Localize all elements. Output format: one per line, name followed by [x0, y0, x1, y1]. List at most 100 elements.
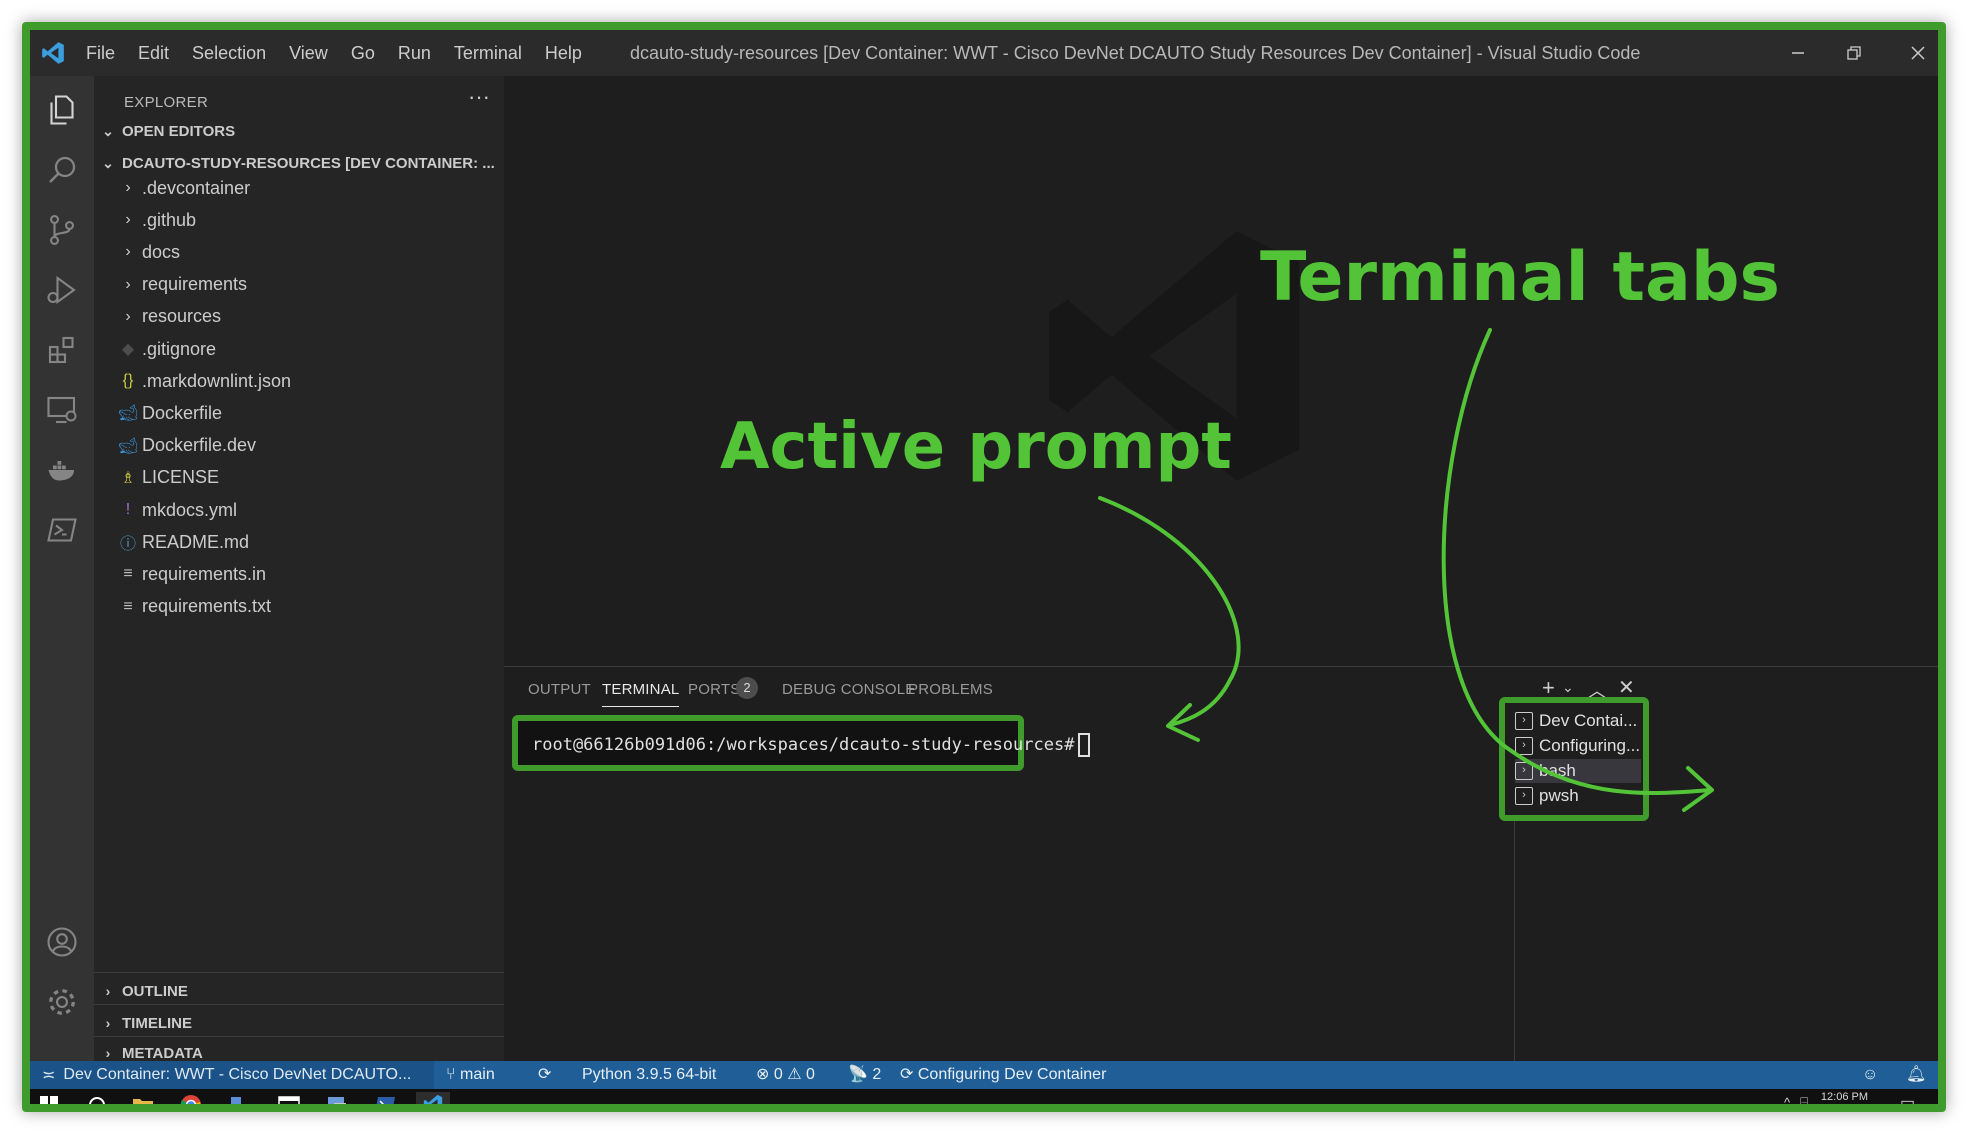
- outline-section[interactable]: › OUTLINE: [94, 976, 504, 1006]
- activity-bar: [30, 76, 94, 1061]
- file-tree-item[interactable]: › resources: [94, 301, 504, 333]
- accounts-icon[interactable]: [42, 922, 82, 962]
- terminal-prompt[interactable]: root@66126b091d06:/workspaces/dcauto-stu…: [532, 733, 1091, 757]
- file-tree-item[interactable]: ≡ requirements.txt: [94, 591, 504, 623]
- system-clock[interactable]: 12:06 PM 6/16/2021: [1820, 1090, 1869, 1104]
- source-control-icon[interactable]: [42, 210, 82, 250]
- menu-file[interactable]: File: [86, 43, 115, 64]
- menu-run[interactable]: Run: [398, 43, 431, 64]
- json-icon: {}: [122, 372, 134, 390]
- file-tree-item[interactable]: ◆ .gitignore: [94, 333, 504, 365]
- explorer-icon[interactable]: [42, 90, 82, 130]
- person-circle-icon: [47, 927, 77, 957]
- file-tree-label: resources: [142, 306, 222, 327]
- docker-icon[interactable]: [42, 450, 82, 490]
- ports-indicator[interactable]: 📡 2: [848, 1061, 881, 1089]
- menu-edit[interactable]: Edit: [138, 43, 169, 64]
- terminal-tab-label: Dev Contai...: [1539, 711, 1638, 730]
- feedback-icon[interactable]: ☺: [1862, 1061, 1878, 1089]
- terminal-tab-label: pwsh: [1539, 786, 1579, 805]
- license-icon: ♗: [120, 469, 136, 487]
- folder-window-icon[interactable]: [276, 1092, 302, 1104]
- run-debug-icon[interactable]: [42, 270, 82, 310]
- tray-chevron-icon[interactable]: ^: [1784, 1095, 1790, 1104]
- menu-terminal[interactable]: Terminal: [454, 43, 522, 64]
- remote-explorer-icon[interactable]: [42, 390, 82, 430]
- tab-problems[interactable]: PROBLEMS: [908, 681, 993, 698]
- more-actions-icon[interactable]: ···: [468, 84, 490, 110]
- section-divider: [94, 972, 504, 973]
- file-tree-item[interactable]: › .github: [94, 204, 504, 236]
- file-explorer-icon[interactable]: [130, 1092, 156, 1104]
- tab-output[interactable]: OUTPUT: [528, 681, 591, 698]
- problems-indicator[interactable]: ⊗ 0 ⚠ 0: [756, 1061, 815, 1089]
- windows-taskbar: ^ ⌸ 12:06 PM 6/16/2021 ▭: [30, 1089, 1938, 1104]
- menu-go[interactable]: Go: [351, 43, 375, 64]
- file-tree-item[interactable]: 🐋︎ Dockerfile.dev: [94, 430, 504, 462]
- open-editors-section[interactable]: ⌄ OPEN EDITORS: [94, 116, 504, 146]
- sync-icon[interactable]: ⟳: [538, 1061, 551, 1089]
- file-tree-item[interactable]: {} .markdownlint.json: [94, 365, 504, 397]
- sync-spin-icon: ⟳: [900, 1066, 918, 1083]
- section-divider: [94, 1004, 504, 1005]
- title-bar: File Edit Selection View Go Run Terminal…: [30, 30, 1938, 76]
- powershell-taskbar-icon[interactable]: [372, 1092, 398, 1104]
- restore-button[interactable]: [1826, 30, 1882, 76]
- file-tree-item[interactable]: ⓘ README.md: [94, 526, 504, 558]
- terminal-tab-configuring[interactable]: › Configuring...: [1515, 734, 1641, 758]
- docker-icon: 🐋︎: [118, 405, 139, 423]
- menu-help[interactable]: Help: [545, 43, 582, 64]
- cortana-search-icon[interactable]: [84, 1092, 110, 1104]
- file-tree-item[interactable]: › requirements: [94, 269, 504, 301]
- warning-count: 0: [806, 1066, 815, 1083]
- settings-icon[interactable]: [42, 982, 82, 1022]
- file-tree-item[interactable]: ♗ LICENSE: [94, 462, 504, 494]
- file-tree-item[interactable]: ≡ requirements.in: [94, 558, 504, 590]
- terminal-tab-bash[interactable]: › bash: [1515, 759, 1641, 783]
- network-tray-icon[interactable]: ⌸: [1800, 1094, 1808, 1104]
- open-editors-label: OPEN EDITORS: [122, 122, 236, 140]
- menu-view[interactable]: View: [289, 43, 328, 64]
- terminal-tab-pwsh[interactable]: › pwsh: [1515, 784, 1641, 808]
- chrome-icon[interactable]: [178, 1092, 204, 1104]
- file-tree-item[interactable]: › docs: [94, 236, 504, 268]
- extensions-icon[interactable]: [42, 330, 82, 370]
- search-icon[interactable]: [42, 150, 82, 190]
- network-app-icon[interactable]: [226, 1092, 252, 1104]
- chevron-down-icon: ⌄: [102, 154, 114, 171]
- remote-label: Dev Container: WWT - Cisco DevNet DCAUTO…: [63, 1066, 412, 1083]
- chevron-right-icon: ›: [125, 243, 131, 261]
- remote-desktop-icon[interactable]: [324, 1092, 350, 1104]
- windows-start-icon[interactable]: [36, 1092, 62, 1104]
- metadata-label: METADATA: [122, 1044, 203, 1062]
- file-tree-item[interactable]: 🐋︎ Dockerfile: [94, 397, 504, 429]
- action-center-icon[interactable]: ▭: [1900, 1093, 1915, 1104]
- terminal-cursor: [1078, 733, 1091, 757]
- tab-ports[interactable]: PORTS: [688, 681, 740, 698]
- terminal-tab-label: Configuring...: [1539, 736, 1641, 755]
- terminal-tab-dev-container[interactable]: › Dev Contai...: [1515, 709, 1641, 733]
- file-tree-item[interactable]: ! mkdocs.yml: [94, 494, 504, 526]
- python-interpreter[interactable]: Python 3.9.5 64-bit: [582, 1061, 716, 1089]
- tab-terminal[interactable]: TERMINAL: [602, 681, 680, 707]
- file-tree-item[interactable]: › .devcontainer: [94, 172, 504, 204]
- terminal-dropdown-icon[interactable]: ⌄: [1562, 679, 1574, 696]
- file-tree-label: requirements.in: [142, 563, 267, 584]
- menu-selection[interactable]: Selection: [192, 43, 266, 64]
- text-file-icon: ≡: [123, 597, 133, 615]
- task-label: Configuring Dev Container: [917, 1066, 1107, 1083]
- whale-icon: [48, 461, 74, 481]
- minimize-button[interactable]: [1770, 30, 1826, 76]
- powershell-icon[interactable]: [42, 510, 82, 550]
- terminal-icon: ›: [1515, 737, 1533, 755]
- timeline-section[interactable]: › TIMELINE: [94, 1008, 504, 1038]
- branch-indicator[interactable]: ⑂ main: [446, 1061, 495, 1089]
- tab-debug-console[interactable]: DEBUG CONSOLE: [782, 681, 915, 698]
- remote-indicator[interactable]: ≍ Dev Container: WWT - Cisco DevNet DCAU…: [30, 1061, 434, 1089]
- close-button[interactable]: [1890, 30, 1938, 76]
- task-indicator[interactable]: ⟳ Configuring Dev Container: [900, 1061, 1106, 1089]
- vscode-taskbar-icon[interactable]: [416, 1092, 450, 1104]
- chevron-right-icon: ›: [125, 307, 131, 325]
- file-tree-label: docs: [142, 241, 181, 262]
- notifications-icon[interactable]: 🔔︎: [1906, 1061, 1926, 1089]
